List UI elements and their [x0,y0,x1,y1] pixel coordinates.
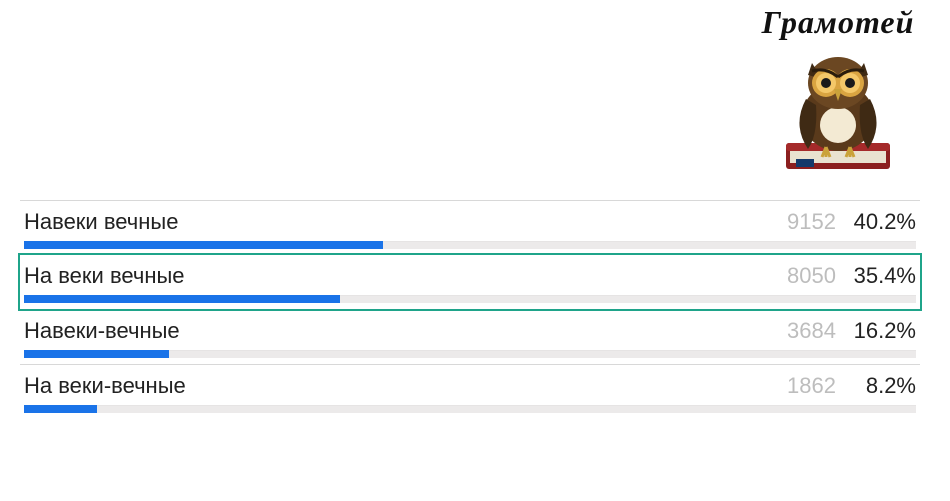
poll-bar-track [24,350,916,358]
poll-option-count: 1862 [756,373,836,399]
poll-option-percent: 35.4% [836,263,916,289]
poll-bar-track [24,405,916,413]
poll-option-label: На веки-вечные [24,373,756,399]
page-root: Грамотей [0,0,950,501]
poll-option-label: Навеки-вечные [24,318,756,344]
poll-bar-track [24,241,916,249]
owl-on-book-icon [768,39,908,184]
poll-bar-fill [24,295,340,303]
poll-option-percent: 40.2% [836,209,916,235]
poll-row-top: Навеки-вечные 3684 16.2% [24,318,916,344]
poll-option-label: Навеки вечные [24,209,756,235]
poll-row-top: Навеки вечные 9152 40.2% [24,209,916,235]
poll-option-row[interactable]: На веки-вечные 1862 8.2% [20,364,920,419]
poll-option-row[interactable]: Навеки-вечные 3684 16.2% [20,309,920,364]
poll-row-top: На веки-вечные 1862 8.2% [24,373,916,399]
poll-option-row[interactable]: Навеки вечные 9152 40.2% [20,200,920,255]
poll-results: Навеки вечные 9152 40.2% На веки вечные … [20,200,920,419]
poll-row-top: На веки вечные 8050 35.4% [24,263,916,289]
poll-option-percent: 8.2% [836,373,916,399]
poll-option-count: 9152 [756,209,836,235]
poll-option-label: На веки вечные [24,263,756,289]
poll-option-row[interactable]: На веки вечные 8050 35.4% [18,253,922,311]
brand-block: Грамотей [738,4,938,184]
poll-bar-fill [24,405,97,413]
poll-option-count: 3684 [756,318,836,344]
brand-title: Грамотей [738,4,938,41]
poll-bar-fill [24,241,383,249]
poll-bar-track [24,295,916,303]
poll-option-count: 8050 [756,263,836,289]
poll-option-percent: 16.2% [836,318,916,344]
poll-bar-fill [24,350,169,358]
